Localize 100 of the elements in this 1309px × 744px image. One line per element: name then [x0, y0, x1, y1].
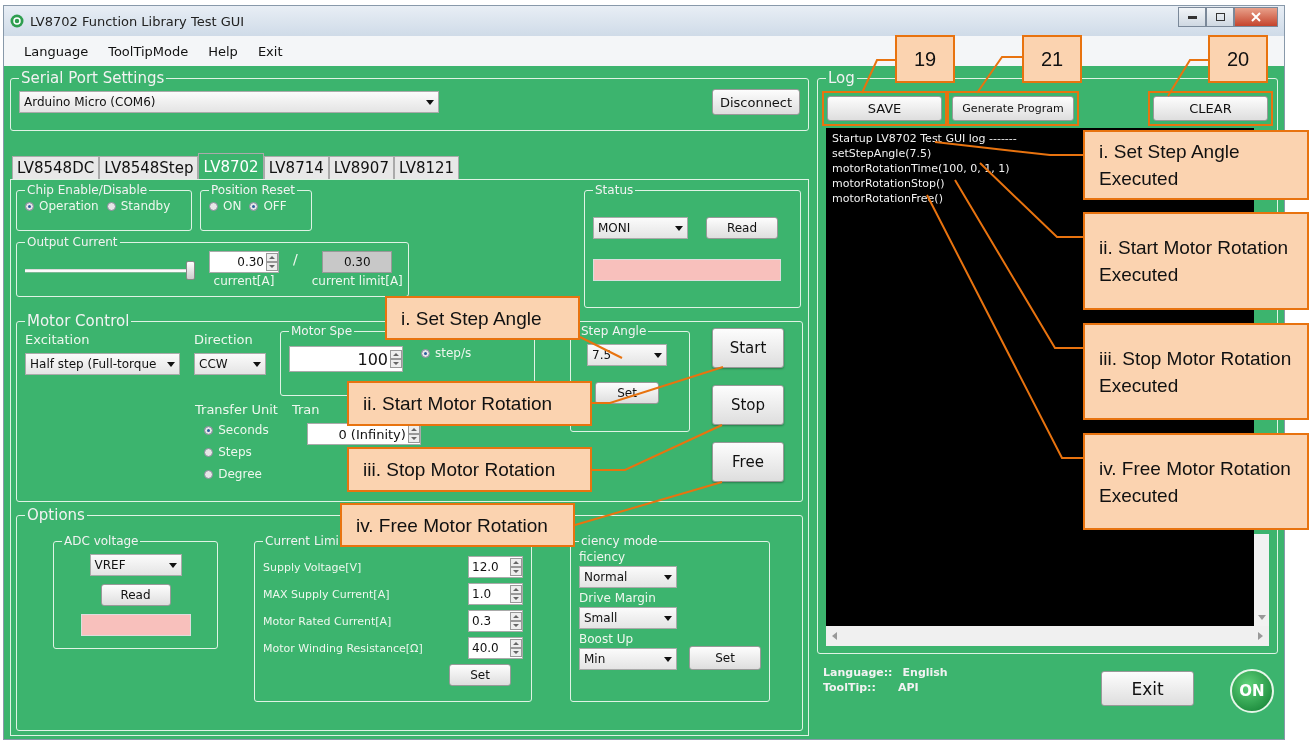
- step-callout: iv. Free Motor Rotation: [340, 503, 575, 547]
- radio-button[interactable]: [204, 425, 214, 435]
- field-label: Motor Winding Resistance[Ω]: [263, 641, 423, 655]
- radio-button[interactable]: [25, 201, 34, 211]
- caret-icon: [664, 574, 672, 580]
- menu-item[interactable]: ToolTipMode: [98, 43, 199, 59]
- caret-icon: [167, 361, 175, 367]
- radio-button[interactable]: [209, 201, 218, 211]
- result-callout: i. Set Step Angle Executed: [1083, 130, 1309, 200]
- step-callout: iii. Stop Motor Rotation: [347, 447, 592, 492]
- spinner-icon: [510, 612, 522, 630]
- group-title: Status: [594, 183, 635, 197]
- minimize-button[interactable]: [1178, 7, 1206, 27]
- start-button[interactable]: Start: [712, 328, 784, 368]
- adc-dropdown[interactable]: VREF: [89, 554, 182, 576]
- result-callout: iv. Free Motor Rotation Executed: [1083, 433, 1309, 530]
- read-button[interactable]: Read: [100, 584, 171, 606]
- caret-icon: [675, 225, 683, 231]
- radio-button[interactable]: [421, 348, 430, 358]
- number-callout: 20: [1208, 35, 1268, 83]
- stop-button[interactable]: Stop: [712, 385, 784, 425]
- group-title: Current Limi: [264, 534, 340, 548]
- value-spin-field[interactable]: 0.3: [468, 610, 523, 632]
- field-label: current limit[A]: [311, 274, 403, 288]
- group-title: Serial Port Settings: [20, 69, 166, 87]
- set-button[interactable]: Set: [449, 664, 511, 686]
- mode-dropdown[interactable]: Small: [579, 607, 677, 629]
- read-button[interactable]: Read: [706, 217, 778, 239]
- caret-icon: [664, 656, 672, 662]
- tab[interactable]: LV8548Step: [99, 156, 199, 179]
- step-callout: i. Set Step Angle: [385, 296, 580, 340]
- spinner-icon: [510, 639, 522, 657]
- mode-dropdown[interactable]: Min: [579, 648, 677, 670]
- caret-icon: [654, 352, 662, 358]
- port-dropdown[interactable]: Arduino Micro (COM6): [19, 91, 439, 113]
- group-title: Output Current: [26, 235, 119, 249]
- spinner-icon: [407, 425, 420, 443]
- scroll-down-icon: [1257, 615, 1266, 620]
- field-label: current[A]: [213, 274, 275, 288]
- tab[interactable]: LV8548DC: [12, 156, 100, 179]
- field-label: Excitation: [25, 332, 90, 347]
- value-spin-field[interactable]: 1.0: [468, 583, 523, 605]
- clear-button[interactable]: CLEAR: [1153, 96, 1268, 121]
- speed-spin-field[interactable]: 100: [289, 346, 403, 372]
- free-button[interactable]: Free: [712, 442, 784, 482]
- radio-button[interactable]: [204, 447, 214, 457]
- result-callout: iii. Stop Motor Rotation Executed: [1083, 323, 1309, 420]
- current-spin-field[interactable]: 0.30: [209, 251, 279, 273]
- mode-dropdown[interactable]: Normal: [579, 566, 677, 588]
- number-callout: 19: [895, 35, 955, 83]
- group-title: Step Angle: [580, 324, 648, 338]
- group-title: Motor Control: [26, 312, 131, 330]
- radio-button[interactable]: [106, 201, 116, 211]
- result-callout: ii. Start Motor Rotation Executed: [1083, 212, 1309, 310]
- spinner-icon: [510, 558, 522, 576]
- status-dropdown[interactable]: MONI: [593, 217, 688, 239]
- step-callout: ii. Start Motor Rotation: [347, 381, 592, 426]
- number-callout: 21: [1022, 35, 1082, 83]
- status-value: English: [902, 666, 948, 679]
- field-label: MAX Supply Current[A]: [263, 587, 390, 601]
- menu-item[interactable]: Help: [198, 43, 248, 59]
- radio-button[interactable]: [204, 469, 214, 479]
- tab[interactable]: LV8714: [263, 156, 329, 179]
- minimize-icon: [1187, 15, 1197, 19]
- save-button[interactable]: SAVE: [827, 96, 942, 121]
- caret-icon: [664, 615, 672, 621]
- separator-text: /: [293, 251, 298, 267]
- set-button[interactable]: Set: [689, 646, 761, 670]
- horizontal-scrollbar[interactable]: [826, 626, 1269, 646]
- menu-item[interactable]: Language: [14, 43, 99, 59]
- field-label: Tran: [291, 402, 320, 417]
- slider-thumb[interactable]: [186, 261, 195, 280]
- generate-program-button[interactable]: Generate Program: [952, 96, 1074, 121]
- direction-dropdown[interactable]: CCW: [194, 353, 266, 375]
- log-line: motorRotationStop(): [832, 176, 945, 191]
- radio-button[interactable]: [249, 201, 259, 211]
- disconnect-button[interactable]: Disconnect: [712, 89, 800, 115]
- leader-line: [579, 336, 623, 359]
- field-label: Direction: [194, 332, 253, 347]
- group-title: Options: [26, 506, 86, 524]
- menu-item[interactable]: Exit: [247, 43, 293, 59]
- exit-button[interactable]: Exit: [1101, 671, 1194, 706]
- tab[interactable]: LV8907: [328, 156, 394, 179]
- group-title: Motor Spe: [290, 324, 354, 338]
- field-label: Boost Up: [579, 632, 634, 646]
- scroll-left-icon: [832, 632, 837, 640]
- vertical-scrollbar[interactable]: [1254, 534, 1269, 626]
- current-limit-field: 0.30: [322, 251, 393, 273]
- value-spin-field[interactable]: 40.0: [468, 637, 523, 659]
- value-spin-field[interactable]: 12.0: [468, 556, 523, 578]
- group-title: Log: [827, 69, 856, 87]
- excitation-dropdown[interactable]: Half step (Full-torque: [25, 353, 180, 375]
- close-button[interactable]: [1234, 7, 1278, 27]
- maximize-button[interactable]: [1206, 7, 1234, 27]
- group-title: ADC voltage: [63, 534, 140, 548]
- spinner-icon: [510, 585, 522, 603]
- log-line: setStepAngle(7.5): [832, 146, 932, 161]
- caret-icon: [253, 361, 261, 367]
- caret-icon: [168, 562, 177, 568]
- tab[interactable]: LV8121: [393, 156, 460, 179]
